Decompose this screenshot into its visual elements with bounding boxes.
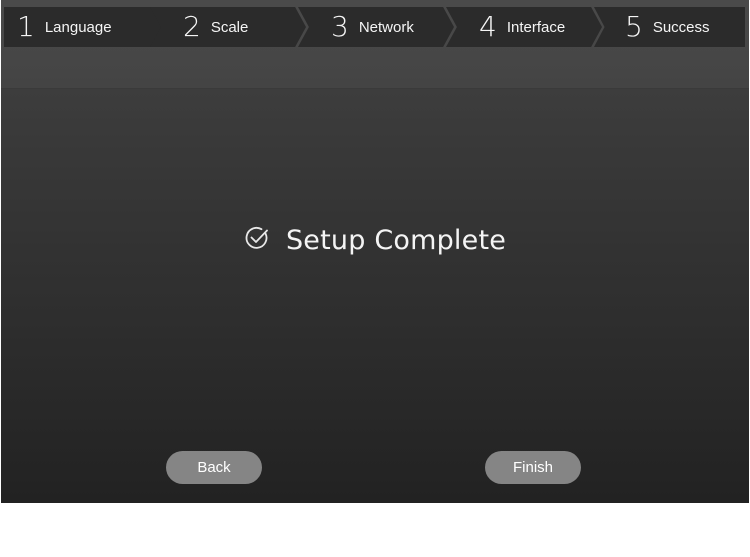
step-number: 5 xyxy=(625,10,643,43)
step-number: 3 xyxy=(331,10,349,43)
wizard-stepper: 1 Language 2 Scale 3 Network 4 Interface… xyxy=(4,7,745,47)
page-title: Setup Complete xyxy=(285,224,507,256)
step-language[interactable]: 1 Language xyxy=(4,7,173,47)
check-circle-icon xyxy=(245,226,268,249)
step-interface[interactable]: 4 Interface xyxy=(446,7,602,47)
step-label: Success xyxy=(652,18,710,36)
step-label: Language xyxy=(44,18,112,36)
step-network[interactable]: 3 Network xyxy=(298,7,454,47)
back-button[interactable]: Back xyxy=(166,451,262,484)
step-number: 2 xyxy=(183,10,201,43)
completion-message: Setup Complete xyxy=(1,218,749,262)
step-label: Scale xyxy=(210,18,249,36)
step-scale[interactable]: 2 Scale xyxy=(150,7,306,47)
step-number: 4 xyxy=(479,10,497,43)
setup-wizard-screen: 1 Language 2 Scale 3 Network 4 Interface… xyxy=(1,0,749,503)
step-label: Network xyxy=(358,18,414,36)
finish-button[interactable]: Finish xyxy=(485,451,581,484)
step-label: Interface xyxy=(506,18,566,36)
step-success[interactable]: 5 Success xyxy=(594,7,745,47)
step-number: 1 xyxy=(17,10,35,43)
